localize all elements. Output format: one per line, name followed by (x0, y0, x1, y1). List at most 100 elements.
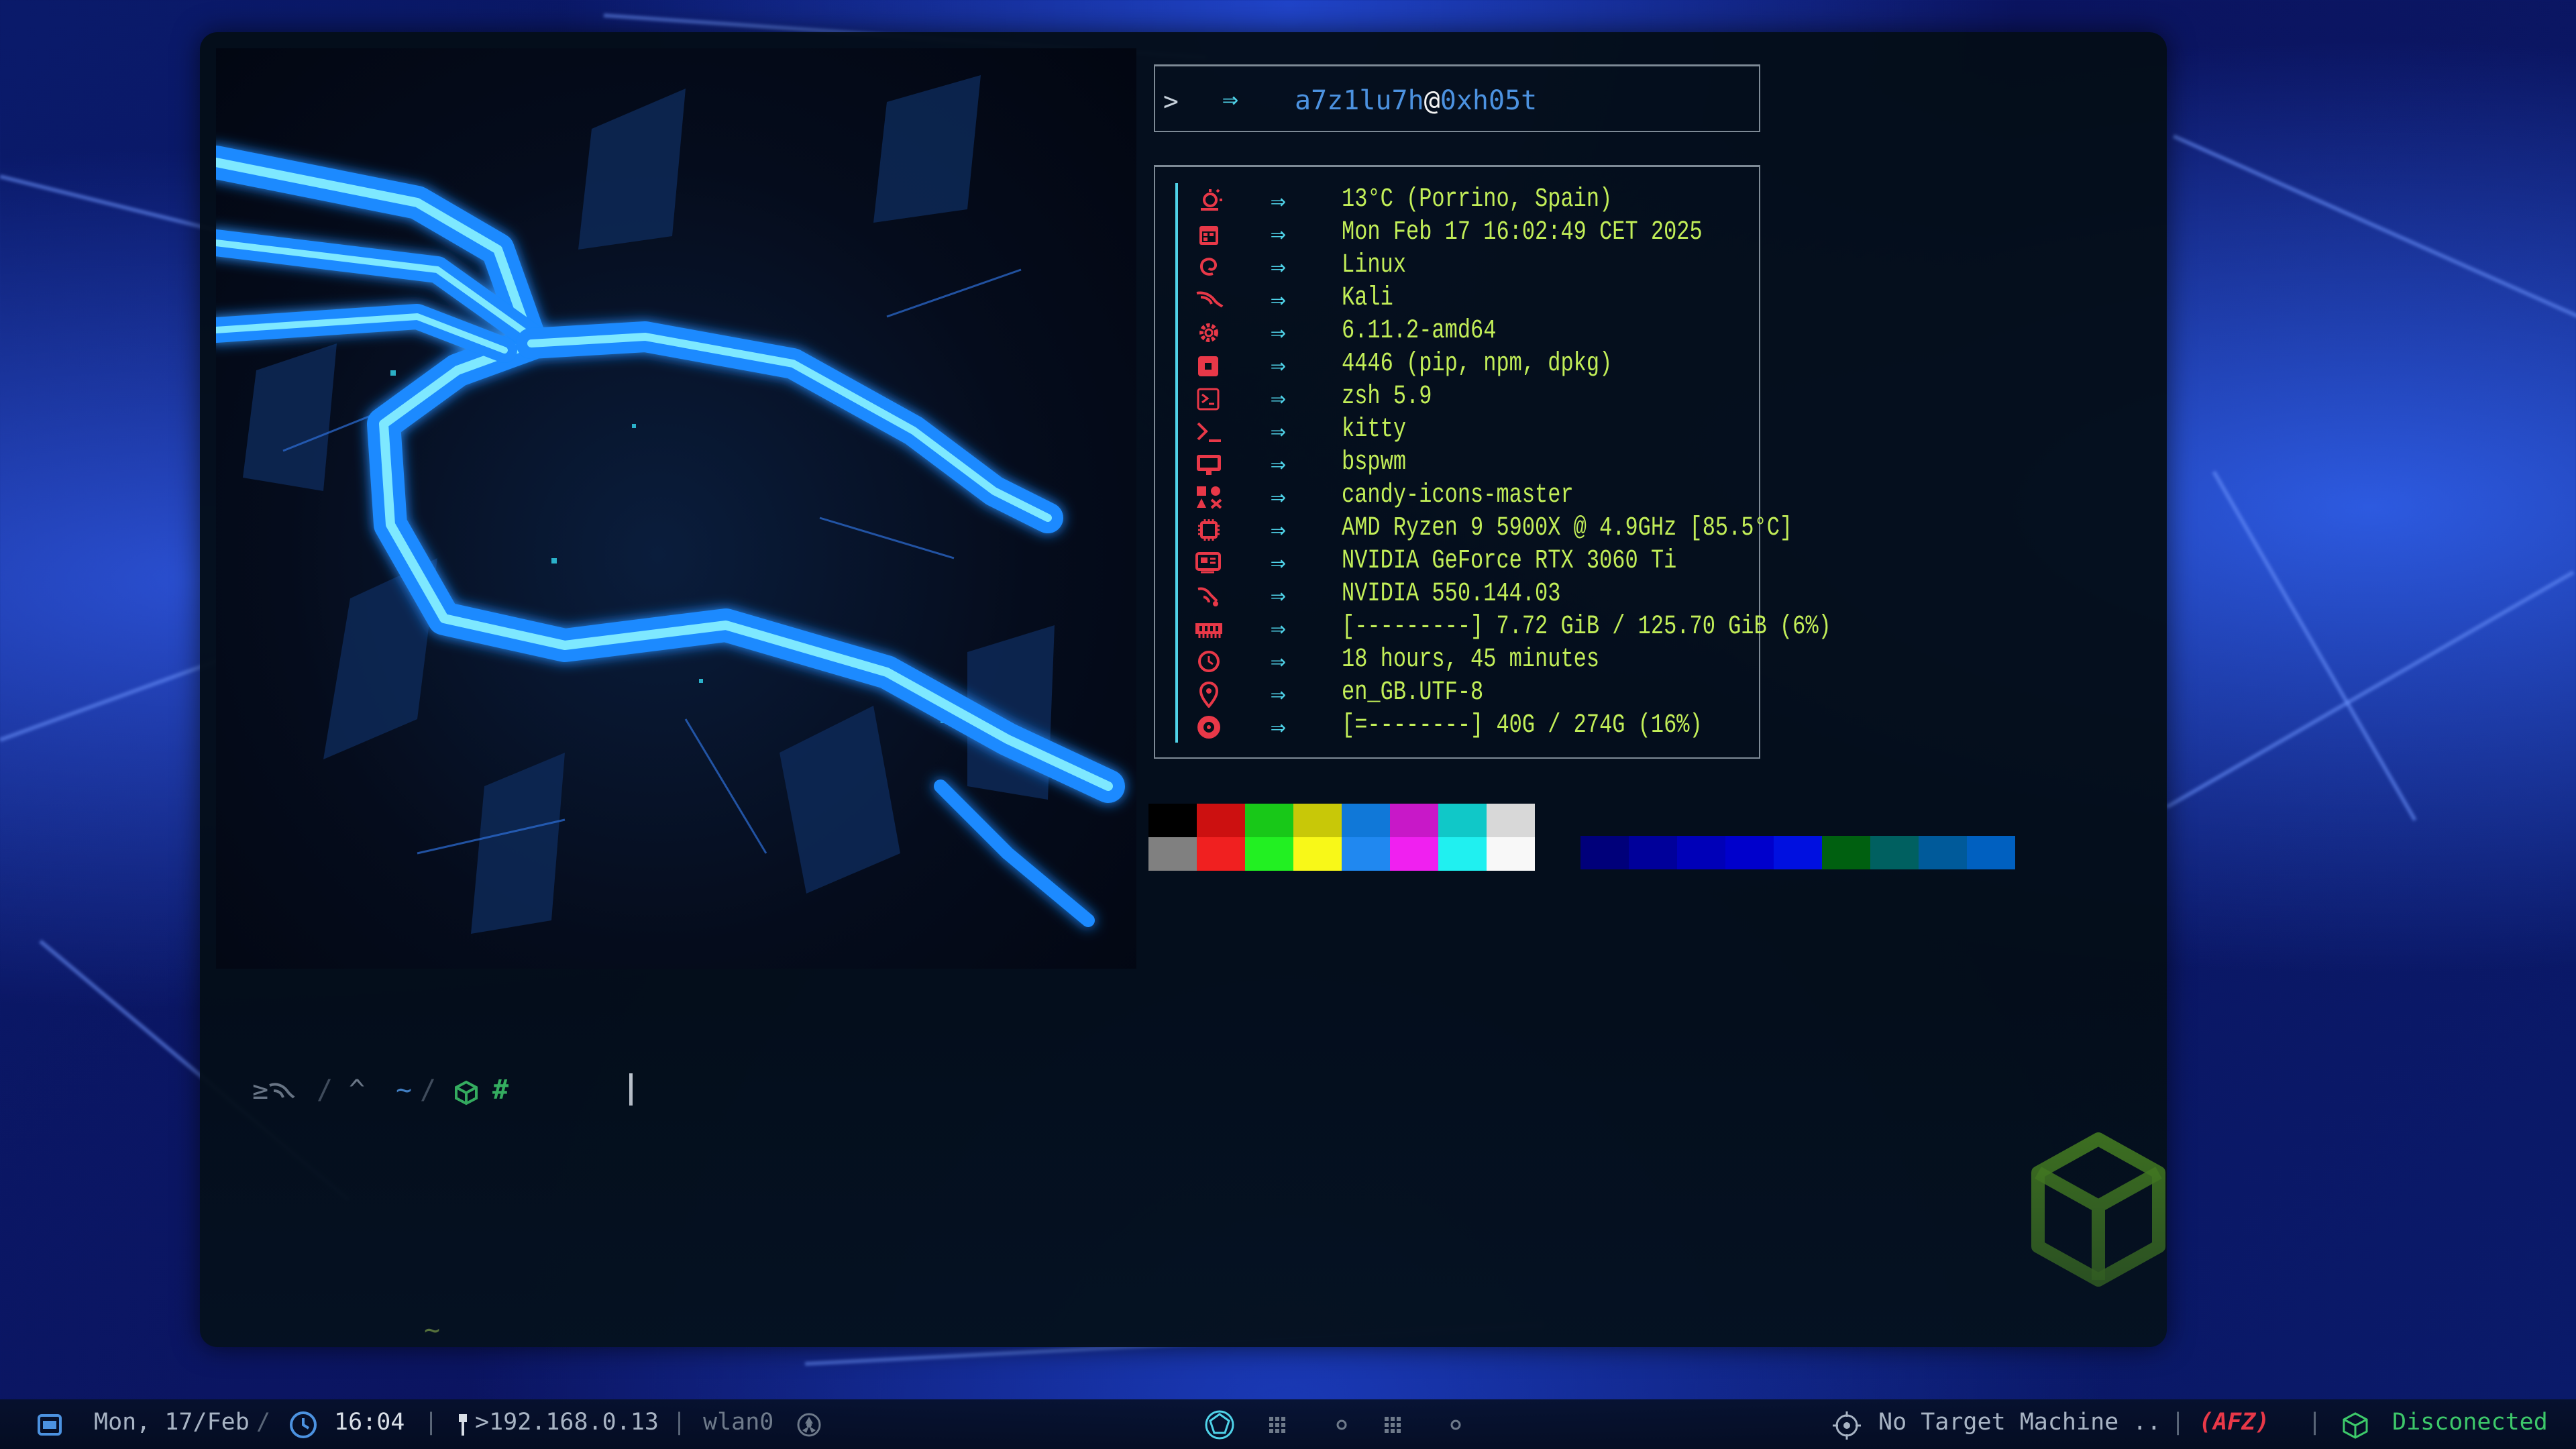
memory-value: [---------] 7.72 GiB / 125.70 GiB (6%) (1342, 612, 1831, 642)
color-swatch (1677, 836, 1725, 869)
color-swatch (1487, 804, 1535, 837)
kernel-value: 6.11.2-amd64 (1342, 316, 1497, 346)
arrow-icon: ⇒ (1271, 252, 1286, 281)
color-swatch (1342, 804, 1390, 837)
wm-value: bspwm (1342, 447, 1407, 478)
arrow-icon: ⇒ (1271, 547, 1286, 577)
color-swatch (1245, 837, 1293, 871)
debian-swirl-icon (1200, 258, 1218, 276)
arrow-icon: ⇒ (1271, 186, 1286, 215)
weather-value: 13°C (Porrino, Spain) (1342, 184, 1613, 215)
taskbar-separator: | (424, 1409, 439, 1436)
shell-value: zsh 5.9 (1342, 382, 1432, 412)
arrow-icon: ⇒ (1271, 679, 1286, 708)
color-swatch (1293, 837, 1342, 871)
color-swatch (1919, 836, 1967, 869)
memory-icon (1195, 623, 1222, 638)
icons-value: candy-icons-master (1342, 480, 1574, 511)
kali-dragon-image (216, 48, 1136, 969)
system-info-box: ⇒ 13°C (Porrino, Spain) ⇒ Mon Feb 17 16:… (1154, 165, 1831, 759)
arrow-icon: ⇒ (1271, 712, 1286, 741)
tilde-indicator: ~ (424, 1315, 441, 1346)
shell-icon (1197, 388, 1220, 411)
target-icon[interactable] (1831, 1410, 1862, 1441)
color-swatch (1148, 837, 1197, 871)
arrow-icon: ⇒ (1222, 84, 1239, 115)
terminal-icon (1197, 422, 1221, 442)
color-swatch (1293, 804, 1342, 837)
cube-logo-icon (2031, 1132, 2165, 1287)
calendar-icon (1199, 226, 1218, 245)
info-row-os: ⇒ Linux (1155, 250, 1759, 283)
taskbar-separator: | (2171, 1409, 2186, 1436)
info-row-weather: ⇒ 13°C (Porrino, Spain) (1155, 184, 1759, 217)
arrow-icon: ⇒ (1271, 515, 1286, 544)
gpu-value: NVIDIA GeForce RTX 3060 Ti (1342, 546, 1677, 576)
arrow-icon: ⇒ (1271, 482, 1286, 511)
color-swatch (1245, 804, 1293, 837)
workspace-dot-icon[interactable] (1335, 1418, 1348, 1432)
color-swatch (1580, 836, 1629, 869)
cube-icon[interactable] (2341, 1411, 2369, 1440)
arrow-icon: ⇒ (1271, 317, 1286, 347)
arrow-icon: ⇒ (1271, 416, 1286, 445)
color-swatch (1390, 804, 1438, 837)
shell-prompt[interactable]: ≥ / ^ ~ / # / (252, 1071, 2131, 1111)
kali-dragon-icon (269, 1083, 295, 1099)
network-icon[interactable] (455, 1411, 471, 1438)
arrow-icon: ⇒ (1271, 219, 1286, 248)
workspace-icon[interactable] (1383, 1415, 1402, 1434)
time-label: 16:04 (334, 1409, 405, 1436)
color-swatch (1629, 836, 1677, 869)
info-row-cpu: ⇒ AMD Ryzen 9 5900X @ 4.9GHz [85.5°C] (1155, 513, 1792, 546)
disk-icon (1197, 716, 1220, 739)
cube-icon (455, 1080, 478, 1106)
vpn-status[interactable]: (AFZ) (2199, 1409, 2269, 1436)
arrow-icon: ⇒ (1271, 646, 1286, 676)
palette-bright-row (1148, 837, 1535, 871)
locale-value: en_GB.UTF-8 (1342, 678, 1484, 708)
workspace-icon[interactable] (1268, 1415, 1287, 1434)
prompt-symbol: > (1163, 87, 1179, 116)
kali-dragon-icon (1196, 291, 1224, 308)
info-row-memory: ⇒ [---------] 7.72 GiB / 125.70 GiB (6%) (1155, 612, 1831, 645)
color-swatch (1390, 837, 1438, 871)
date-value: Mon Feb 17 16:02:49 CET 2025 (1342, 217, 1703, 248)
hostname: 0xh05t (1440, 85, 1538, 116)
arrow-icon: ⇒ (1271, 284, 1286, 314)
terminal-window[interactable]: > ⇒ a7z1lu7h@0xh05t ⇒ 13°C (Porrino, Spa… (200, 32, 2167, 1347)
info-row-distro: ⇒ Kali (1155, 283, 1759, 316)
info-row-wm: ⇒ bspwm (1155, 447, 1759, 480)
color-palette (1148, 804, 1535, 871)
clock-icon (1198, 651, 1220, 672)
cpu-value: AMD Ryzen 9 5900X @ 4.9GHz [85.5°C] (1342, 513, 1793, 543)
color-swatch (1197, 837, 1245, 871)
palette-normal-row (1148, 804, 1535, 837)
calendar-icon[interactable] (35, 1411, 64, 1437)
info-row-icons: ⇒ candy-icons-master (1155, 480, 1759, 513)
color-swatch (1438, 837, 1487, 871)
distro-value: Kali (1342, 283, 1393, 313)
clock-icon[interactable] (288, 1410, 318, 1440)
arrow-icon: ⇒ (1271, 350, 1286, 380)
info-row-kernel: ⇒ 6.11.2-amd64 (1155, 316, 1759, 349)
radiation-icon[interactable] (796, 1411, 822, 1438)
arrow-icon: ⇒ (1271, 383, 1286, 413)
taskbar: Mon, 17/Feb / 16:04 | >192.168.0.13 | wl… (0, 1399, 2576, 1449)
package-icon (1198, 356, 1218, 376)
prompt-segment-home: ^ (349, 1075, 366, 1106)
color-swatch (1967, 836, 2015, 869)
color-swatch (1438, 804, 1487, 837)
palette-extra-row (1580, 836, 2015, 869)
workspace-dot-icon[interactable] (1449, 1418, 1462, 1432)
arrow-icon: ⇒ (1271, 580, 1286, 610)
user-host-box: > ⇒ a7z1lu7h@0xh05t (1154, 64, 1760, 132)
uptime-value: 18 hours, 45 minutes (1342, 645, 1600, 675)
info-row-gpu: ⇒ NVIDIA GeForce RTX 3060 Ti (1155, 546, 1759, 579)
date-label: Mon, 17/Feb (94, 1409, 250, 1436)
workspace-active-icon[interactable] (1203, 1409, 1236, 1441)
gpu-icon (1195, 552, 1221, 574)
prompt-segment-path: ~ (396, 1075, 413, 1106)
terminal-value: kitty (1342, 415, 1407, 445)
color-swatch (1487, 837, 1535, 871)
